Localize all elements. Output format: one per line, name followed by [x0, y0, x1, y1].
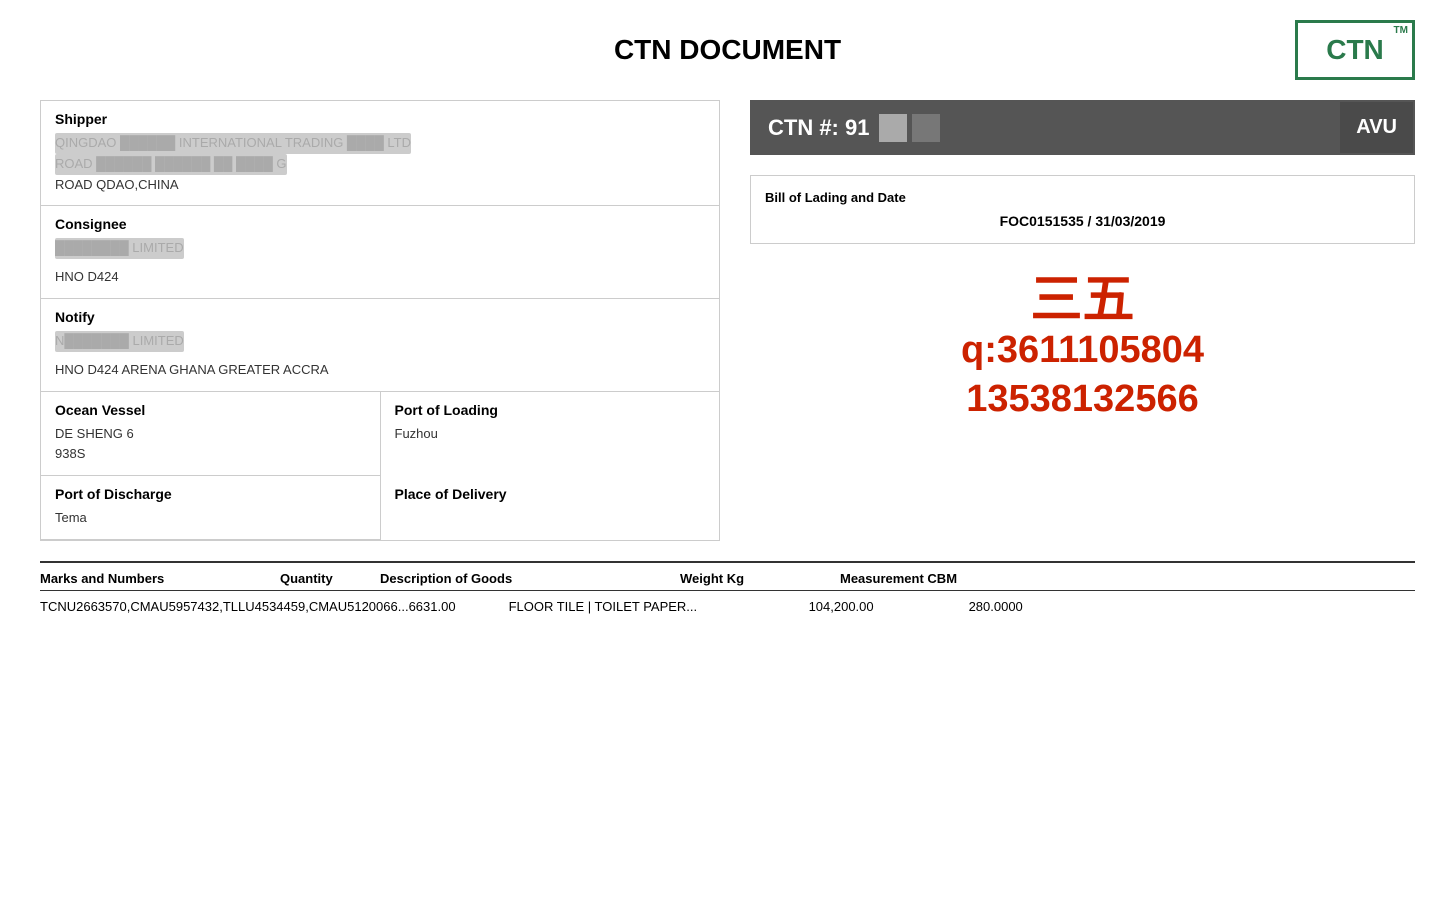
port-discharge-section: Port of Discharge Tema	[41, 476, 381, 540]
port-loading-section: Port of Loading Fuzhou	[381, 392, 720, 477]
row-qty: 6631.00	[409, 599, 509, 614]
place-delivery-label: Place of Delivery	[395, 486, 706, 502]
ctn-number-box: CTN #: 91 AVU	[750, 100, 1415, 155]
notify-label: Notify	[55, 309, 705, 325]
consignee-label: Consignee	[55, 216, 705, 232]
consignee-section: Consignee ████████ LIMITED HNO D424	[41, 206, 719, 299]
bol-box: Bill of Lading and Date FOC0151535 / 31/…	[750, 175, 1415, 244]
row-marks: TCNU2663570,CMAU5957432,TLLU4534459,CMAU…	[40, 599, 409, 614]
col-header-cbm: Measurement CBM	[840, 571, 1415, 586]
ctn-avu: AVU	[1340, 102, 1413, 153]
sq3	[945, 114, 973, 142]
consignee-line2: HNO D424	[55, 267, 705, 288]
shipper-content: QINGDAO ██████ INTERNATIONAL TRADING ███…	[55, 133, 705, 195]
shipper-section: Shipper QINGDAO ██████ INTERNATIONAL TRA…	[41, 101, 719, 206]
port-discharge-label: Port of Discharge	[55, 486, 366, 502]
notify-content: N███████ LIMITED HNO D424 ARENA GHANA GR…	[55, 331, 705, 381]
shipper-label: Shipper	[55, 111, 705, 127]
shipper-line1: QINGDAO ██████ INTERNATIONAL TRADING ███…	[55, 133, 705, 154]
table-row: TCNU2663570,CMAU5957432,TLLU4534459,CMAU…	[40, 591, 1415, 622]
logo-box: TM CTN	[1295, 20, 1415, 80]
notify-line1: N███████ LIMITED	[55, 331, 705, 352]
contact-line2: 13538132566	[750, 375, 1415, 424]
goods-table: Marks and Numbers Quantity Description o…	[40, 561, 1415, 622]
ocean-vessel-section: Ocean Vessel DE SHENG 6 938S	[41, 392, 381, 477]
vessel-name: DE SHENG 6	[55, 424, 366, 445]
vessel-voyage: 938S	[55, 444, 366, 465]
col-header-desc: Description of Goods	[380, 571, 680, 586]
chinese-contact-section: 三五 q:3611105804 13538132566	[750, 274, 1415, 425]
chinese-text: 三五	[750, 274, 1415, 326]
col-header-qty: Quantity	[280, 571, 380, 586]
sq2	[912, 114, 940, 142]
notify-line2: HNO D424 ARENA GHANA GREATER ACCRA	[55, 360, 705, 381]
ocean-vessel-content: DE SHENG 6 938S	[55, 424, 366, 466]
page-title: CTN DOCUMENT	[160, 34, 1295, 66]
ctn-squares	[879, 114, 973, 142]
bol-label: Bill of Lading and Date	[765, 190, 1400, 205]
logo-tm: TM	[1394, 25, 1408, 36]
main-layout: Shipper QINGDAO ██████ INTERNATIONAL TRA…	[40, 100, 1415, 541]
bol-value: FOC0151535 / 31/03/2019	[765, 213, 1400, 229]
page-header: CTN DOCUMENT TM CTN	[40, 20, 1415, 80]
col-header-marks: Marks and Numbers	[40, 571, 280, 586]
contact-line1: q:3611105804	[750, 326, 1415, 375]
notify-section: Notify N███████ LIMITED HNO D424 ARENA G…	[41, 299, 719, 392]
row-cbm: 280.0000	[969, 599, 1415, 614]
col-header-weight: Weight Kg	[680, 571, 840, 586]
place-delivery-section: Place of Delivery	[381, 476, 720, 540]
row-desc: FLOOR TILE | TOILET PAPER...	[509, 599, 809, 614]
left-panel: Shipper QINGDAO ██████ INTERNATIONAL TRA…	[40, 100, 720, 541]
shipper-line3: ROAD QDAO,CHINA	[55, 175, 705, 196]
sq1	[879, 114, 907, 142]
ocean-vessel-label: Ocean Vessel	[55, 402, 366, 418]
port-loading-value: Fuzhou	[395, 424, 706, 445]
row-weight: 104,200.00	[809, 599, 969, 614]
consignee-content: ████████ LIMITED HNO D424	[55, 238, 705, 288]
logo-text: CTN	[1326, 34, 1384, 66]
table-header-row: Marks and Numbers Quantity Description o…	[40, 563, 1415, 591]
ctn-number: CTN #: 91	[752, 102, 1340, 153]
discharge-delivery-row: Port of Discharge Tema Place of Delivery	[41, 476, 719, 540]
shipper-line2: ROAD ██████ ██████ ██ ████ G	[55, 154, 705, 175]
vessel-loading-row: Ocean Vessel DE SHENG 6 938S Port of Loa…	[41, 392, 719, 477]
port-discharge-value: Tema	[55, 508, 366, 529]
consignee-line1: ████████ LIMITED	[55, 238, 705, 259]
right-panel: CTN #: 91 AVU Bill of Lading and Date FO…	[750, 100, 1415, 541]
place-delivery-value	[395, 508, 706, 529]
port-loading-label: Port of Loading	[395, 402, 706, 418]
